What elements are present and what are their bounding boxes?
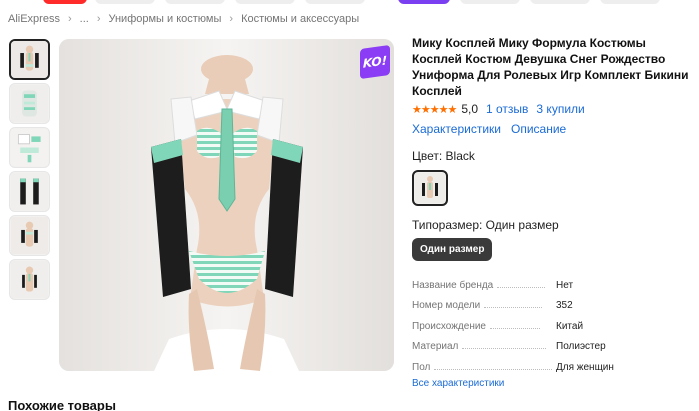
product-thumbnail-image (11, 261, 48, 298)
thumbnail-1[interactable] (9, 39, 50, 80)
breadcrumb-ellipsis[interactable]: ... (80, 13, 89, 25)
size-option-one-size[interactable]: Один размер (412, 238, 493, 261)
spec-dots (497, 286, 546, 288)
product-main-image[interactable]: KO! (59, 39, 394, 371)
tab-description[interactable]: Описание (511, 122, 566, 136)
breadcrumb: AliExpress › ... › Униформы и костюмы › … (8, 13, 359, 25)
spec-value: 352 (556, 300, 573, 311)
spec-key: Материал (412, 341, 459, 352)
tab-characteristics[interactable]: Характеристики (412, 122, 501, 136)
thumbnail-4[interactable] (9, 171, 50, 212)
sold-count-link[interactable]: 3 купили (536, 102, 584, 116)
product-info-panel: Мику Косплей Мику Формула Костюмы Коспле… (412, 35, 697, 391)
color-option-black[interactable] (412, 170, 448, 206)
breadcrumb-uniforms[interactable]: Униформы и костюмы (108, 13, 221, 25)
star-rating-icon: ★★★★★ (412, 103, 457, 116)
spec-key: Происхождение (412, 320, 486, 332)
thumbnail-6[interactable] (9, 259, 50, 300)
size-label: Типоразмер: Один размер (412, 218, 559, 232)
top-tab-red[interactable] (43, 0, 87, 4)
spec-list: Название бренда Нет Номер модели 352 Про… (412, 270, 692, 373)
reviews-link[interactable]: 1 отзыв (486, 102, 528, 116)
chevron-right-icon: › (67, 13, 72, 25)
product-thumbnail-image (11, 129, 48, 166)
spec-row: Номер модели 352 (412, 291, 692, 311)
top-tab[interactable] (530, 0, 590, 4)
product-photo (59, 39, 394, 371)
thumbnail-5[interactable] (9, 215, 50, 256)
rating-row: ★★★★★ 5,0 1 отзыв 3 купили (412, 102, 697, 116)
top-strip (0, 0, 699, 5)
product-thumbnail-image (11, 41, 48, 78)
top-tab[interactable] (95, 0, 155, 4)
breadcrumb-costumes[interactable]: Костюмы и аксессуары (241, 13, 359, 25)
similar-products-heading: Похожие товары (8, 398, 116, 411)
info-tabs: Характеристики Описание (412, 122, 697, 136)
all-specs-link[interactable]: Все характеристики (412, 378, 504, 389)
spec-value: Полиэстер (556, 341, 606, 352)
spec-value: Для женщин (556, 361, 614, 373)
spec-key: Название бренда (412, 279, 494, 291)
chevron-right-icon: › (229, 13, 234, 25)
spec-dots (434, 368, 553, 370)
spec-key: Пол (412, 361, 431, 373)
color-label: Цвет: Black (412, 149, 475, 163)
spec-row: Материал Полиэстер (412, 332, 692, 352)
color-swatch-image (415, 173, 445, 203)
spec-value: Нет (556, 279, 574, 291)
top-tab-purple[interactable] (398, 0, 450, 4)
top-tab[interactable] (305, 0, 365, 4)
breadcrumb-home[interactable]: AliExpress (8, 13, 60, 25)
rating-value: 5,0 (461, 102, 478, 116)
top-tab[interactable] (600, 0, 660, 4)
top-tab[interactable] (235, 0, 295, 4)
top-tab[interactable] (460, 0, 520, 4)
product-title: Мику Косплей Мику Формула Костюмы Коспле… (412, 36, 689, 98)
spec-value: Китай (556, 320, 584, 332)
thumbnail-gallery (9, 39, 52, 303)
top-tab[interactable] (165, 0, 225, 4)
spec-dots (462, 348, 547, 349)
chevron-right-icon: › (96, 13, 101, 25)
spec-key: Номер модели (412, 300, 481, 311)
spec-dots (484, 307, 543, 308)
spec-dots (490, 327, 540, 329)
spec-row: Пол Для женщин (412, 352, 692, 373)
product-thumbnail-image (11, 217, 48, 254)
spec-row: Происхождение Китай (412, 311, 692, 332)
brand-badge: KO! (360, 44, 390, 80)
spec-row: Название бренда Нет (412, 270, 692, 291)
product-thumbnail-image (11, 85, 48, 122)
thumbnail-2[interactable] (9, 83, 50, 124)
product-thumbnail-image (11, 173, 48, 210)
thumbnail-3[interactable] (9, 127, 50, 168)
